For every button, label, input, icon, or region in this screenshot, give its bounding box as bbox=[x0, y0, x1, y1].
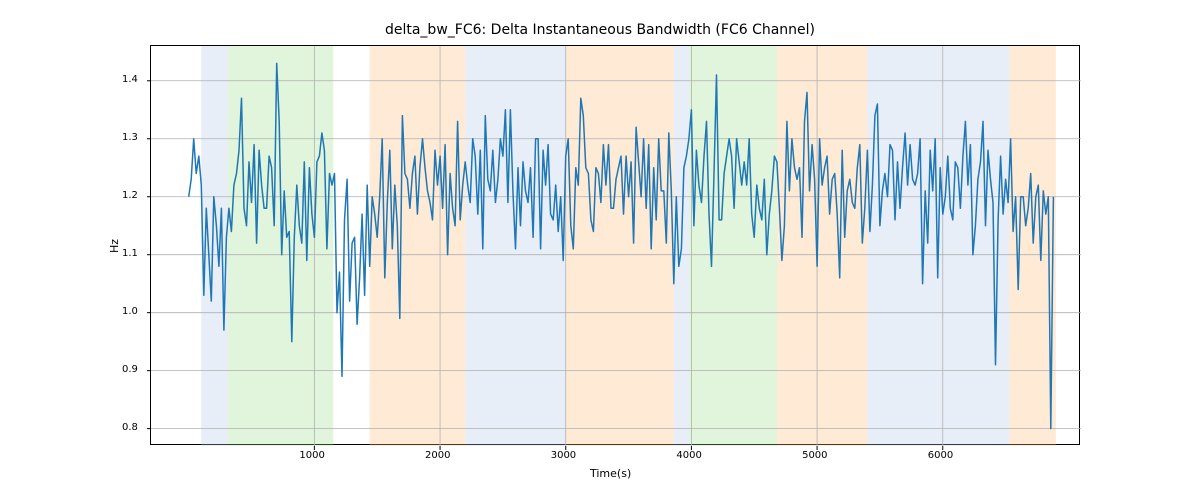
plot-axes bbox=[150, 45, 1080, 445]
figure: delta_bw_FC6: Delta Instantaneous Bandwi… bbox=[0, 0, 1200, 500]
x-tick-label: 2000 bbox=[425, 451, 450, 461]
y-tick-label: 0.9 bbox=[122, 365, 138, 375]
chart-title: delta_bw_FC6: Delta Instantaneous Bandwi… bbox=[0, 22, 1200, 38]
plot-svg bbox=[151, 46, 1081, 446]
y-tick-label: 1.0 bbox=[122, 307, 138, 317]
shaded-regions bbox=[201, 46, 1056, 446]
x-tick-label: 3000 bbox=[551, 451, 576, 461]
y-tick-label: 0.8 bbox=[122, 423, 138, 433]
y-tick-label: 1.3 bbox=[122, 133, 138, 143]
y-tick-label: 1.4 bbox=[122, 75, 138, 85]
x-tick-label: 5000 bbox=[802, 451, 827, 461]
x-tick-label: 4000 bbox=[676, 451, 701, 461]
x-tick-label: 1000 bbox=[299, 451, 324, 461]
x-tick-label: 6000 bbox=[928, 451, 953, 461]
y-tick-label: 1.1 bbox=[122, 249, 138, 259]
y-axis-label: Hz bbox=[108, 239, 121, 253]
y-tick-label: 1.2 bbox=[122, 191, 138, 201]
x-axis-label: Time(s) bbox=[590, 467, 631, 480]
